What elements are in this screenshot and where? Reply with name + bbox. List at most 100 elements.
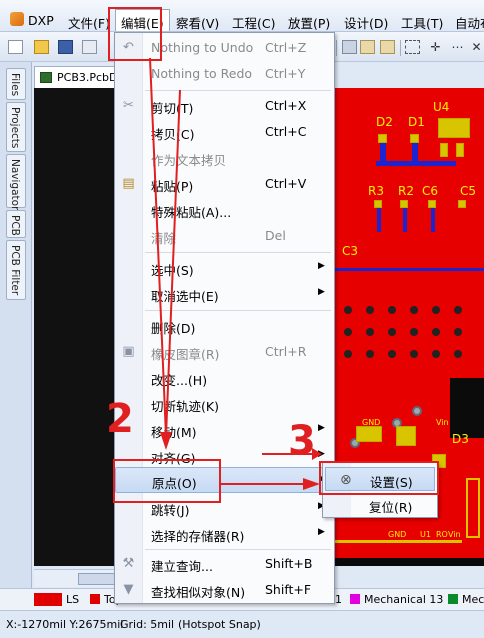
menu-item-find-similar[interactable]: ▼ 查找相似对象(N) Shift+F	[115, 577, 334, 603]
menu-item-shortcut: Ctrl+V	[265, 176, 307, 191]
pcb-via	[412, 406, 422, 416]
tab-navigator[interactable]: Navigator	[6, 154, 26, 210]
menu-view[interactable]: 察看(V)	[176, 13, 219, 32]
menu-item-change[interactable]: 改变...(H)	[115, 365, 334, 391]
menu-item-undo[interactable]: ↶ Nothing to Undo Ctrl+Z	[115, 35, 334, 61]
menu-dxp[interactable]: DXP	[28, 13, 54, 28]
submenu-item-set[interactable]: ⊗ 设置(S)	[325, 467, 435, 491]
submenu-item-label: 设置(S)	[370, 475, 413, 490]
submenu-item-reset[interactable]: 复位(R)	[325, 493, 435, 517]
pcb-hole	[388, 328, 396, 336]
menu-item-break-track[interactable]: 切断轨迹(K)	[115, 391, 334, 417]
menu-item-label: 选中(S)	[151, 263, 194, 278]
move-icon[interactable]: ✛	[428, 40, 443, 54]
cut-tool-icon[interactable]	[342, 40, 357, 54]
menu-edit[interactable]: 编辑(E)	[115, 9, 170, 31]
menu-item-copy-as-text[interactable]: 作为文本拷贝	[115, 145, 334, 171]
menu-separator	[145, 90, 331, 91]
menu-item-build-query[interactable]: ⚒ 建立查询... Shift+B	[115, 551, 334, 577]
document-tab[interactable]: PCB3.PcbDoc	[34, 66, 118, 88]
paste-tool-icon[interactable]	[380, 40, 395, 54]
pcb-label-vin-2: Vin	[448, 530, 461, 539]
pcb-hole	[454, 328, 462, 336]
deselect-icon[interactable]: ⋯	[450, 40, 465, 54]
menu-item-delete[interactable]: 删除(D)	[115, 313, 334, 339]
pcb-trace	[332, 268, 484, 271]
open-folder-icon[interactable]	[34, 40, 49, 54]
menu-item-select[interactable]: 选中(S) ▶	[115, 255, 334, 281]
menu-item-rubber-stamp[interactable]: ▣ 橡皮图章(R) Ctrl+R	[115, 339, 334, 365]
tab-pcb[interactable]: PCB	[6, 210, 26, 238]
pcb-label-u1: U1	[420, 530, 431, 539]
menu-item-label: 选择的存储器(R)	[151, 529, 245, 544]
status-coords: X:-1270mil Y:2675mil	[6, 618, 124, 631]
scissors-icon: ✂	[123, 98, 134, 113]
select-area-icon[interactable]	[405, 40, 420, 54]
current-layer-label[interactable]: LS	[66, 593, 79, 606]
pcb-label-vin: Vin	[436, 418, 449, 427]
tab-pcb-label: PCB	[9, 215, 21, 236]
menu-item-label: Nothing to Undo	[151, 40, 254, 55]
pcb-hole	[432, 328, 440, 336]
menu-design[interactable]: 设计(D)	[344, 13, 388, 32]
pcb-hole	[344, 350, 352, 358]
tab-projects[interactable]: Projects	[6, 102, 26, 152]
menu-item-deselect[interactable]: 取消选中(E) ▶	[115, 281, 334, 307]
menu-item-jump[interactable]: 跳转(J) ▶	[115, 495, 334, 521]
menu-autoroute[interactable]: 自动布	[455, 13, 484, 32]
submenu-arrow-icon: ▶	[318, 449, 325, 459]
pcb-label-u4: U4	[433, 100, 450, 114]
menu-item-paste[interactable]: ▤ 粘贴(P) Ctrl+V	[115, 171, 334, 197]
menu-item-shortcut: Del	[265, 228, 286, 243]
menu-place[interactable]: 放置(P)	[288, 13, 330, 32]
pcb-pad	[400, 200, 408, 208]
pcb-pad	[374, 200, 382, 208]
pcb-hole	[432, 306, 440, 314]
menu-item-clear[interactable]: 清除 Del	[115, 223, 334, 249]
menu-item-cut[interactable]: ✂ 剪切(T) Ctrl+X	[115, 93, 334, 119]
layer-tab-1[interactable]: 1	[335, 593, 342, 606]
pcb-pad	[378, 134, 387, 143]
pcb-pad	[466, 478, 480, 538]
menu-item-origin[interactable]: 原点(O) ▶	[115, 467, 334, 493]
pcb-hole	[366, 306, 374, 314]
menu-item-paste-special[interactable]: 特殊粘贴(A)...	[115, 197, 334, 223]
document-tab-label: PCB3.PcbDoc	[57, 71, 117, 84]
tab-pcb-filter[interactable]: PCB Filter	[6, 240, 26, 300]
current-layer-swatch[interactable]	[34, 593, 62, 606]
pcb-hole	[388, 350, 396, 358]
menu-item-copy[interactable]: 拷贝(C) Ctrl+C	[115, 119, 334, 145]
pcb-label-r3: R3	[368, 184, 384, 198]
menu-separator	[145, 310, 331, 311]
pcb-hole	[410, 328, 418, 336]
menu-project[interactable]: 工程(C)	[232, 13, 275, 32]
annotation-step-2: 2	[106, 396, 134, 442]
layer-tab-mec[interactable]: Mec	[462, 593, 484, 606]
save-icon[interactable]	[58, 40, 73, 54]
layer-mech13-swatch	[350, 594, 360, 604]
copy-tool-icon[interactable]	[360, 40, 375, 54]
filter-icon: ▼	[123, 582, 134, 597]
menu-item-selection-memory[interactable]: 选择的存储器(R) ▶	[115, 521, 334, 547]
menu-item-label: 查找相似对象(N)	[151, 585, 246, 600]
pcb-hole	[410, 306, 418, 314]
dxp-logo-icon[interactable]	[10, 12, 24, 26]
menu-item-shortcut: Ctrl+C	[265, 124, 307, 139]
submenu-arrow-icon: ▶	[318, 261, 325, 271]
pcb-pad	[410, 134, 419, 143]
print-icon[interactable]	[82, 40, 97, 54]
cross-select-icon[interactable]: ✕	[469, 40, 484, 54]
layer-tab-mechanical-13[interactable]: Mechanical 13	[364, 593, 443, 606]
tab-files[interactable]: Files	[6, 68, 26, 100]
pcb-trace	[403, 208, 407, 232]
menu-item-label: 删除(D)	[151, 321, 196, 336]
pcb-hole	[366, 328, 374, 336]
pcb-label-d2: D2	[376, 115, 393, 129]
menu-item-shortcut: Ctrl+R	[265, 344, 307, 359]
menu-tools[interactable]: 工具(T)	[401, 13, 443, 32]
menu-item-label: 移动(M)	[151, 425, 197, 440]
menu-item-label: 对齐(G)	[151, 451, 196, 466]
menu-file[interactable]: 文件(F)	[68, 13, 110, 32]
menu-item-redo[interactable]: Nothing to Redo Ctrl+Y	[115, 61, 334, 87]
new-file-icon[interactable]	[8, 40, 23, 54]
